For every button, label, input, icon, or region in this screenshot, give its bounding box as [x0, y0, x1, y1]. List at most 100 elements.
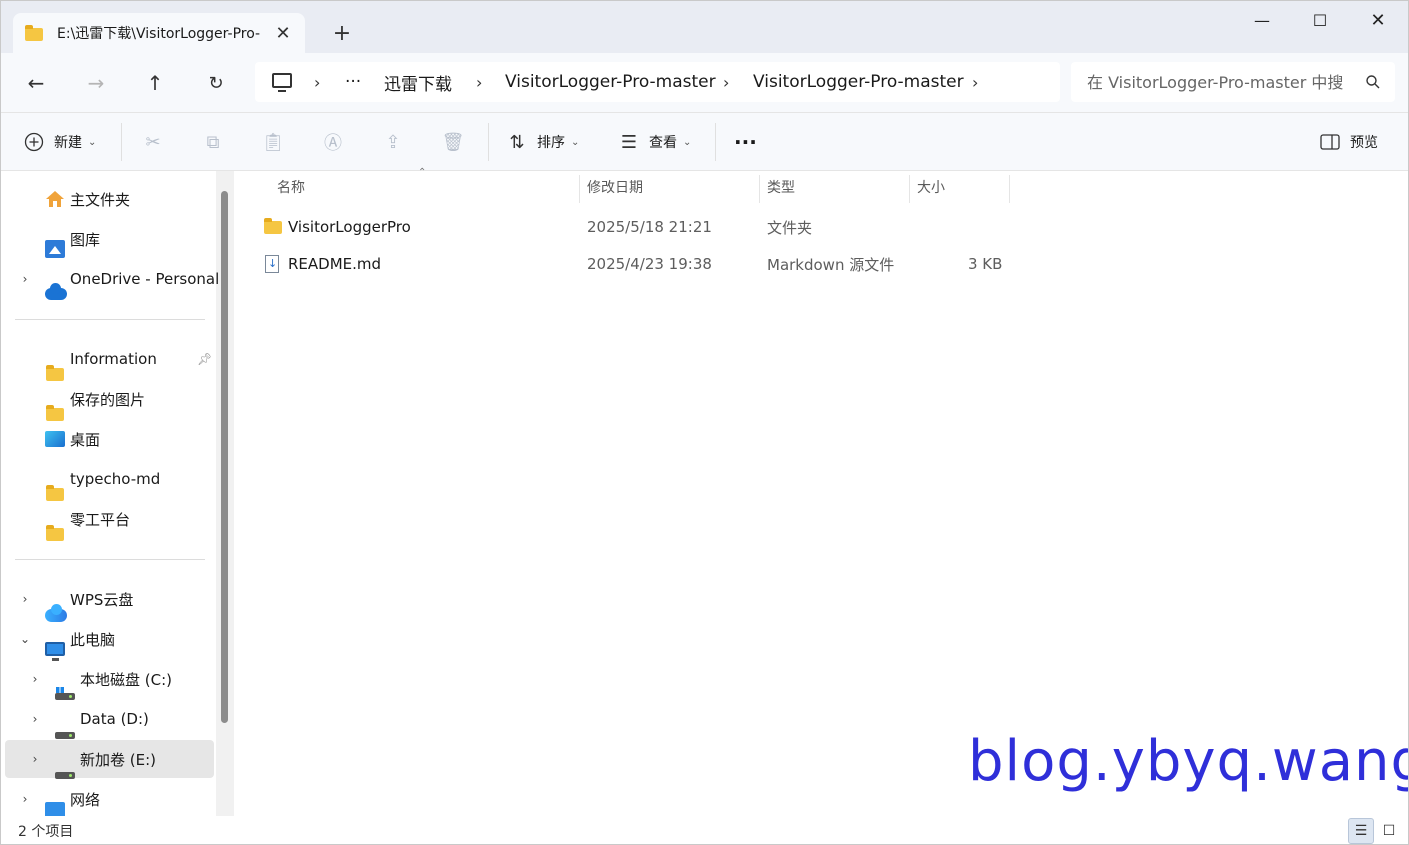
pc-icon [45, 642, 65, 661]
divider [488, 123, 489, 161]
close-tab-icon[interactable]: ✕ [271, 21, 295, 45]
forward-button[interactable]: → [78, 67, 114, 99]
view-button[interactable]: ☰ 查看 ⌄ [618, 127, 691, 157]
column-separator[interactable] [909, 175, 910, 203]
column-header-size[interactable]: 大小 [917, 171, 945, 203]
sidebar-item-network[interactable]: › 网络 [5, 780, 214, 818]
chevron-right-icon[interactable]: › [27, 752, 43, 766]
breadcrumb-item[interactable]: VisitorLogger-Pro-master [505, 72, 716, 92]
more-options-button[interactable]: ··· [734, 127, 757, 157]
close-window-button[interactable]: ✕ [1349, 1, 1407, 39]
pin-icon[interactable]: 📌︎ [197, 352, 212, 366]
breadcrumb-separator[interactable]: › [476, 73, 482, 92]
cut-button[interactable]: ✂ [142, 127, 164, 157]
desktop-icon [45, 431, 65, 447]
chevron-down-icon[interactable]: ⌄ [17, 632, 33, 646]
sidebar-item-label: 此电脑 [70, 630, 116, 649]
chevron-right-icon[interactable]: › [27, 712, 43, 726]
breadcrumb-item[interactable]: VisitorLogger-Pro-master [753, 72, 964, 92]
file-row[interactable]: VisitorLoggerPro 2025/5/18 21:21 文件夹 [259, 209, 1019, 245]
sidebar-item-gallery[interactable]: 图库 [5, 220, 214, 258]
breadcrumb-separator[interactable]: › [972, 73, 978, 92]
column-header-name[interactable]: 名称 [277, 171, 305, 203]
sidebar-item-label: 网络 [70, 790, 101, 809]
paste-button[interactable]: 📋︎ [262, 127, 285, 157]
breadcrumb-separator[interactable]: › [314, 73, 320, 92]
share-button[interactable]: ⇪ [382, 127, 404, 157]
sidebar-item-label: WPS云盘 [70, 590, 134, 609]
column-separator[interactable] [1009, 175, 1010, 203]
column-separator[interactable] [759, 175, 760, 203]
preview-label: 预览 [1350, 135, 1378, 151]
sort-label: 排序 [537, 135, 565, 151]
address-bar[interactable]: › ··· 迅雷下载 › VisitorLogger-Pro-master › … [255, 62, 1060, 102]
active-tab[interactable]: E:\迅雷下载\VisitorLogger-Pro- ✕ [13, 13, 305, 53]
sidebar-item-label: Data (D:) [80, 710, 149, 728]
file-modified: 2025/4/23 19:38 [587, 255, 712, 273]
tiles-view-icon[interactable]: ☐ [1376, 818, 1402, 844]
sidebar-item-label: Information [70, 350, 157, 368]
up-button[interactable]: ↑ [137, 67, 173, 99]
new-label: 新建 [54, 135, 82, 151]
column-header-type[interactable]: 类型 [767, 171, 795, 203]
divider [715, 123, 716, 161]
search-box[interactable] [1071, 62, 1395, 102]
sidebar-item-typecho-md[interactable]: typecho-md [5, 460, 214, 501]
preview-button[interactable]: 预览 [1319, 127, 1378, 157]
maximize-button[interactable]: ☐ [1291, 1, 1349, 39]
details-view-icon[interactable]: ☰ [1348, 818, 1374, 844]
sidebar-item-information[interactable]: Information 📌︎ [5, 340, 214, 381]
sidebar-item-drive-c[interactable]: › 本地磁盘 (C:) [5, 660, 214, 700]
breadcrumb-item[interactable]: 迅雷下载 [384, 70, 452, 95]
minimize-button[interactable]: — [1233, 1, 1291, 39]
divider [121, 123, 122, 161]
file-explorer-window: E:\迅雷下载\VisitorLogger-Pro- ✕ + — ☐ ✕ ← →… [0, 0, 1409, 845]
computer-icon[interactable] [272, 73, 292, 88]
drive-icon [55, 771, 75, 779]
folder-icon [46, 484, 64, 501]
sidebar-item-desktop[interactable]: 桌面 [5, 420, 214, 458]
chevron-right-icon[interactable]: › [17, 272, 33, 286]
navigation-pane: 主文件夹 图库 › OneDrive - Personal Informatio… [1, 171, 234, 818]
breadcrumb-separator[interactable]: › [723, 73, 729, 92]
new-button[interactable]: 新建 ⌄ [23, 127, 96, 157]
sidebar-item-gig-platform[interactable]: 零工平台 [5, 500, 214, 541]
sort-button[interactable]: ⇅ 排序 ⌄ [506, 127, 579, 157]
file-name: README.md [288, 255, 382, 273]
sidebar-item-wps-cloud[interactable]: › WPS云盘 [5, 580, 214, 622]
title-bar: E:\迅雷下载\VisitorLogger-Pro- ✕ + — ☐ ✕ [1, 1, 1408, 53]
column-separator[interactable] [579, 175, 580, 203]
copy-button[interactable]: ⧉ [202, 127, 224, 157]
refresh-button[interactable]: ↻ [198, 67, 234, 99]
rename-button[interactable]: Ⓐ [322, 127, 344, 157]
sidebar-item-onedrive[interactable]: › OneDrive - Personal [5, 260, 219, 300]
chevron-down-icon: ⌄ [571, 136, 580, 148]
sidebar-item-drive-e[interactable]: › 新加卷 (E:) [5, 740, 214, 779]
search-icon[interactable] [1365, 74, 1381, 90]
new-tab-button[interactable]: + [327, 19, 357, 47]
sidebar-item-label: 图库 [70, 230, 101, 249]
chevron-right-icon[interactable]: › [17, 792, 33, 806]
sidebar-item-saved-pictures[interactable]: 保存的图片 [5, 380, 214, 421]
view-label: 查看 [649, 135, 677, 151]
sidebar-item-label: OneDrive - Personal [70, 270, 220, 288]
back-button[interactable]: ← [18, 67, 54, 99]
folder-icon [264, 209, 282, 245]
breadcrumb-overflow[interactable]: ··· [345, 72, 361, 92]
column-header-modified[interactable]: 修改日期 [587, 171, 643, 203]
file-row[interactable]: README.md 2025/4/23 19:38 Markdown 源文件 3… [259, 246, 1019, 282]
status-bar: 2 个项目 ☰ ☐ [1, 816, 1408, 844]
sidebar-item-this-pc[interactable]: ⌄ 此电脑 [5, 620, 214, 661]
chevron-right-icon[interactable]: › [27, 672, 43, 686]
scrollbar-thumb[interactable] [221, 191, 228, 723]
sidebar-item-home[interactable]: 主文件夹 [5, 180, 214, 218]
system-drive-icon [55, 686, 75, 700]
sidebar-item-label: 保存的图片 [70, 390, 146, 409]
view-list-icon: ☰ [620, 131, 638, 153]
delete-button[interactable]: 🗑︎ [442, 127, 465, 157]
sidebar-item-label: 主文件夹 [70, 190, 131, 209]
sidebar-item-drive-d[interactable]: › Data (D:) [5, 700, 214, 739]
search-input[interactable] [1087, 72, 1365, 92]
divider [15, 319, 205, 320]
chevron-right-icon[interactable]: › [17, 592, 33, 606]
